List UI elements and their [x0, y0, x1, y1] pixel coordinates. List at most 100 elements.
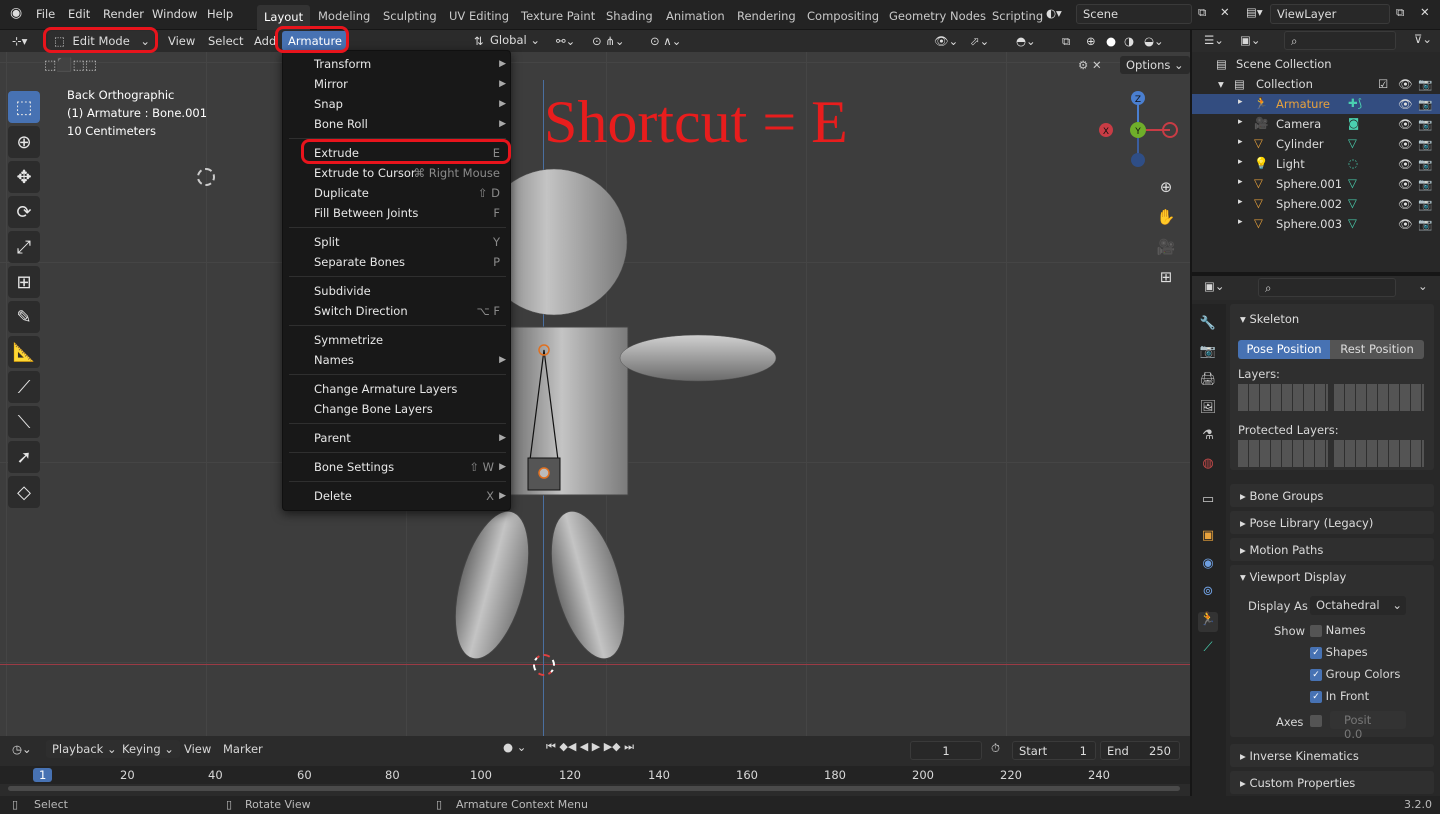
select-mode-icons[interactable]: ⬚⬛⬚⬚ — [44, 58, 97, 73]
motion-paths-panel[interactable]: ▸ Motion Paths — [1230, 538, 1434, 561]
skeleton-panel-title[interactable]: ▾ Skeleton — [1240, 312, 1299, 326]
bone-tail-joint[interactable] — [538, 467, 550, 479]
render-tab-icon[interactable]: 📷 — [1198, 344, 1218, 364]
rest-position-button[interactable]: Rest Position — [1330, 340, 1424, 359]
scene-field[interactable]: Scene — [1076, 4, 1192, 24]
expand-arrow-icon[interactable]: ▸ — [1238, 137, 1243, 147]
outliner-row-object[interactable]: ▸ 🏃 Armature ✚⟆ 👁 📷 — [1192, 94, 1440, 114]
menu-file[interactable]: File — [36, 7, 55, 21]
transform-tool[interactable]: ⊞ — [8, 266, 40, 298]
pan-hand-icon[interactable]: ✋ — [1154, 202, 1178, 232]
eye-icon[interactable]: 👁 — [1398, 157, 1413, 171]
menu-item-separate-bones[interactable]: Separate Bones P — [314, 255, 500, 269]
custom-properties-panel[interactable]: ▸ Custom Properties — [1230, 771, 1434, 794]
eye-icon[interactable]: 👁 — [1398, 137, 1413, 151]
select-box-tool[interactable]: ⬚ — [8, 91, 40, 123]
physics-tab-icon[interactable]: ◉ — [1198, 556, 1218, 576]
outliner-row-object[interactable]: ▸ ▽ Cylinder ▽ 👁 📷 — [1192, 134, 1440, 154]
overlays-icon[interactable]: ◓⌄ — [1016, 34, 1036, 48]
editor-type-icon[interactable]: ⊹▾ — [12, 34, 27, 48]
3d-viewport[interactable]: ⬚⬛⬚⬚ ⚙ ✕ Options ⌄ Back Orthographic (1)… — [0, 52, 1190, 736]
menu-item-change-bone-layers[interactable]: Change Bone Layers — [314, 402, 500, 416]
header-view[interactable]: View — [168, 34, 195, 48]
axes-position-field[interactable]: Posit 0.0 — [1330, 711, 1406, 741]
camera-render-icon[interactable]: 📷 — [1418, 157, 1432, 171]
protected-layers-grid-right[interactable] — [1334, 440, 1424, 467]
properties-editor-type-icon[interactable]: ▣⌄ — [1204, 279, 1225, 293]
snap-icon[interactable]: ⊙ ⋔⌄ — [592, 34, 625, 48]
bone-groups-panel[interactable]: ▸ Bone Groups — [1230, 484, 1434, 507]
outliner-editor-type-icon[interactable]: ☰⌄ — [1204, 33, 1224, 47]
menu-item-fill-between-joints[interactable]: Fill Between Joints F — [314, 206, 500, 220]
eye-icon[interactable]: 👁 — [1398, 77, 1413, 91]
playback-controls-icons[interactable]: ⏮ ◆◀ ◀ ▶ ▶◆ ⏭ — [546, 740, 634, 754]
xray-icon[interactable]: ⧉ — [1062, 34, 1070, 49]
annotate-tool[interactable]: ✎ — [8, 301, 40, 333]
axes-checkbox[interactable] — [1310, 713, 1322, 727]
extrude-tool[interactable]: ➚ — [8, 441, 40, 473]
delete-scene-icon[interactable]: ✕ — [1220, 5, 1230, 19]
delete-view-layer-icon[interactable]: ✕ — [1420, 5, 1430, 19]
names-checkbox[interactable]: Names — [1310, 623, 1366, 637]
record-icon[interactable]: ● ⌄ — [503, 740, 526, 754]
expand-arrow-icon[interactable]: ▸ — [1238, 217, 1243, 227]
timeline-view-menu[interactable]: View — [184, 742, 211, 756]
view-layer-tab-icon[interactable]: 🖼 — [1198, 400, 1218, 420]
timeline-editor-type-icon[interactable]: ◷⌄ — [12, 742, 32, 756]
measure-tool[interactable]: 📐 — [8, 336, 40, 368]
rotate-tool[interactable]: ⟳ — [8, 196, 40, 228]
camera-render-icon[interactable]: 📷 — [1418, 217, 1432, 231]
ortho-toggle-icon[interactable]: ⊞ — [1154, 262, 1178, 292]
frame-ruler[interactable]: 1 20 40 60 80 100 120 140 160 180 200 22… — [0, 766, 1190, 784]
roll-tool[interactable]: ⟋ — [8, 371, 40, 403]
expand-arrow-icon[interactable]: ▾ — [1218, 77, 1224, 91]
viewport-display-title[interactable]: ▾ Viewport Display — [1240, 570, 1346, 584]
eye-icon[interactable]: 👁 — [1398, 197, 1413, 211]
header-select[interactable]: Select — [208, 34, 243, 48]
object-data-icon[interactable]: ✚⟆ — [1348, 96, 1362, 110]
start-frame-field[interactable]: Start 1 — [1012, 741, 1096, 760]
menu-item-mirror[interactable]: Mirror ▶ — [314, 77, 506, 91]
constraints-tab-icon[interactable]: ⊚ — [1198, 584, 1218, 604]
menu-edit[interactable]: Edit — [68, 7, 90, 21]
transform-orientation-icon[interactable]: ⇅ — [474, 34, 484, 48]
object-data-icon[interactable]: ▽ — [1348, 196, 1357, 210]
in-front-checkbox[interactable]: ✓ In Front — [1310, 689, 1369, 703]
menu-item-switch-direction[interactable]: Switch Direction ⌥ F — [314, 304, 500, 318]
pose-library-panel[interactable]: ▸ Pose Library (Legacy) — [1230, 511, 1434, 534]
menu-item-subdivide[interactable]: Subdivide — [314, 284, 500, 298]
eye-icon[interactable]: 👁 — [1398, 97, 1413, 111]
object-tab-icon[interactable]: ▣ — [1198, 528, 1218, 548]
options-icon[interactable]: ⚙ ✕ — [1078, 58, 1102, 72]
menu-item-symmetrize[interactable]: Symmetrize — [314, 333, 500, 347]
zoom-icon[interactable]: ⊕ — [1154, 172, 1178, 202]
new-scene-icon[interactable]: ⧉ — [1198, 5, 1206, 20]
tab-animation[interactable]: Animation — [666, 9, 725, 23]
bone-envelope-tool[interactable]: ◇ — [8, 476, 40, 508]
outliner-row-object[interactable]: ▸ ▽ Sphere.001 ▽ 👁 📷 — [1192, 174, 1440, 194]
end-frame-field[interactable]: End 250 — [1100, 741, 1180, 760]
tab-compositing[interactable]: Compositing — [807, 9, 879, 23]
menu-help[interactable]: Help — [207, 7, 233, 21]
tab-geometry-nodes[interactable]: Geometry Nodes — [889, 9, 986, 23]
object-data-icon[interactable]: ◙ — [1348, 116, 1359, 130]
transform-orientation-dropdown[interactable]: Global ⌄ — [490, 33, 546, 47]
menu-item-delete[interactable]: Delete X ▶ — [314, 489, 506, 503]
menu-item-names[interactable]: Names ▶ — [314, 353, 506, 367]
menu-item-extrude-to-cursor[interactable]: Extrude to Cursor ⌘ Right Mouse — [314, 166, 500, 180]
new-view-layer-icon[interactable]: ⧉ — [1396, 5, 1404, 20]
bone-tab-icon[interactable]: ⟋ — [1198, 640, 1218, 660]
display-mode-icon[interactable]: ▣⌄ — [1240, 33, 1261, 47]
frame-indicator[interactable]: 1 — [33, 768, 53, 782]
properties-search-input[interactable]: ⌕ — [1258, 278, 1396, 297]
menu-item-change-armature-layers[interactable]: Change Armature Layers — [314, 382, 500, 396]
expand-arrow-icon[interactable]: ▸ — [1238, 97, 1243, 107]
menu-item-parent[interactable]: Parent ▶ — [314, 431, 506, 445]
navigation-gizmo[interactable]: Z Y X — [1096, 88, 1180, 172]
menu-item-transform[interactable]: Transform ▶ — [314, 57, 506, 71]
outliner-row-object[interactable]: ▸ 💡 Light ◌ 👁 📷 — [1192, 154, 1440, 174]
scene-tab-icon[interactable]: ⚗ — [1198, 428, 1218, 448]
options-dropdown[interactable]: Options ⌄ — [1120, 56, 1190, 74]
armature-data-tab-icon[interactable]: 🏃 — [1198, 612, 1218, 632]
camera-render-icon[interactable]: 📷 — [1418, 137, 1432, 151]
